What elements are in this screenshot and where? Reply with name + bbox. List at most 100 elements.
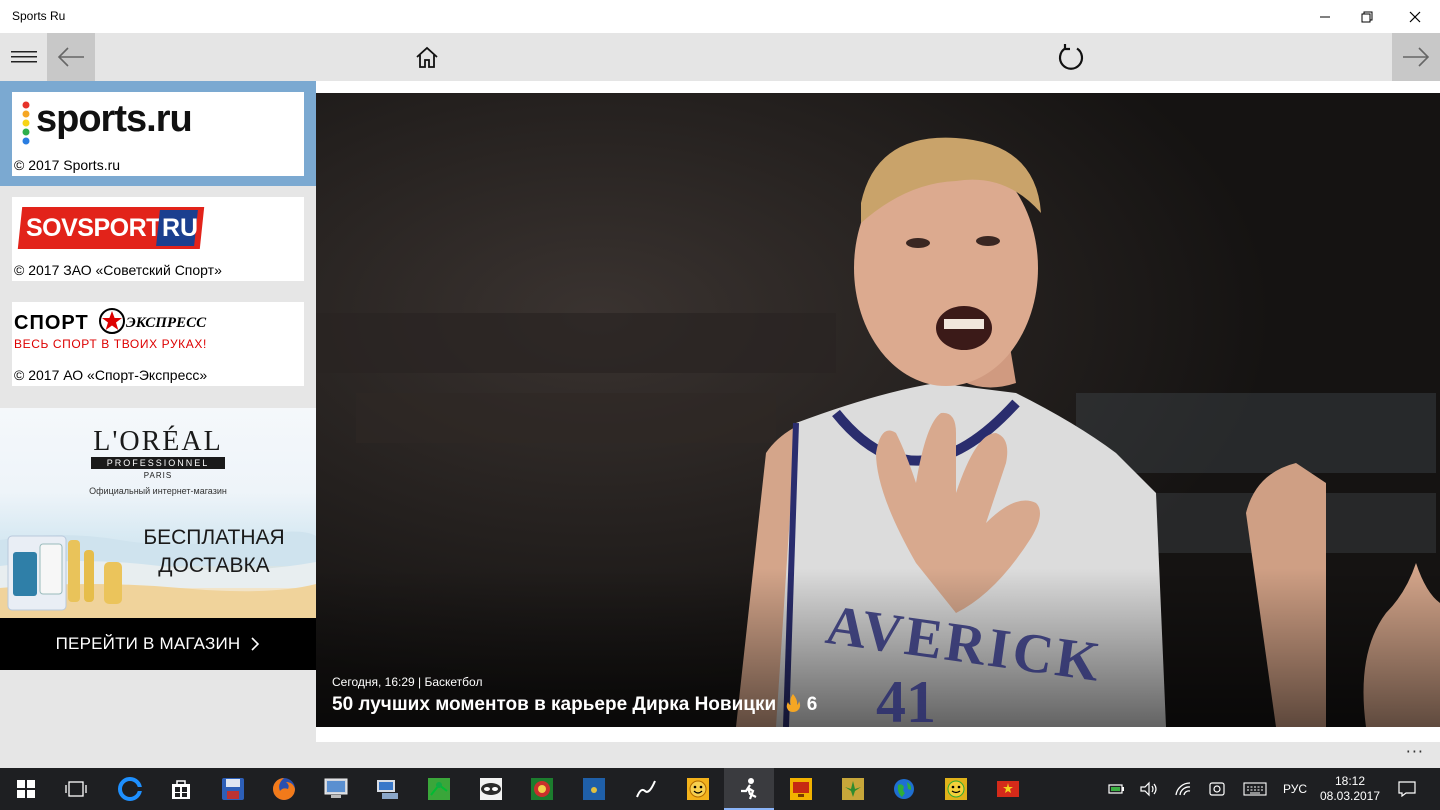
source-item-sovsport[interactable]: SOVSPORT RU © 2017 ЗАО «Советский Спорт»: [0, 186, 316, 291]
source-item-sportsru[interactable]: sports.ru © 2017 Sports.ru: [0, 81, 316, 186]
toolbar: [0, 33, 1440, 81]
sovsport-logo: SOVSPORT: [26, 214, 161, 242]
article-hero[interactable]: AVERICK 41 Сегодня, 16:29 | Баскетбол 50…: [316, 93, 1440, 727]
network-app-icon: [377, 780, 398, 799]
sovsport-ru-label: RU: [162, 214, 199, 242]
menu-button[interactable]: [0, 33, 47, 81]
pen-app[interactable]: [630, 773, 662, 805]
minimize-button[interactable]: [1302, 0, 1348, 33]
volume-tray[interactable]: [1138, 768, 1160, 810]
more-button[interactable]: ···: [1406, 742, 1424, 761]
ad-background: L'ORÉAL PROFESSIONNEL PARIS Официальный …: [0, 408, 316, 618]
keyboard-icon: [1243, 782, 1267, 796]
back-button[interactable]: [47, 33, 95, 81]
arrow-left-icon: [57, 47, 84, 67]
restore-icon: [1361, 11, 1373, 22]
flag-app[interactable]: [992, 773, 1024, 805]
store-icon: [172, 780, 190, 799]
clock-time: 18:12: [1334, 774, 1366, 788]
globe-app-icon: [894, 779, 914, 799]
ad-brand-city: PARIS: [143, 471, 173, 480]
save-app[interactable]: [217, 773, 249, 805]
network-tray-icon: [1209, 782, 1225, 796]
runner-app-icon: [741, 778, 757, 800]
firefox-app[interactable]: [268, 773, 300, 805]
smiley-app-icon: [945, 778, 967, 800]
main-content: AVERICK 41 Сегодня, 16:29 | Баскетбол 50…: [316, 81, 1440, 742]
source-card: SOVSPORT RU © 2017 ЗАО «Советский Спорт»: [12, 197, 304, 281]
edge-app[interactable]: [114, 773, 146, 805]
title-bar: Sports Ru: [0, 0, 1440, 33]
store-app[interactable]: [165, 773, 197, 805]
hamburger-icon: [10, 51, 37, 63]
article-headline-row[interactable]: 50 лучших моментов в карьере Дирка Новиц…: [332, 693, 817, 716]
leaf-app[interactable]: [837, 773, 869, 805]
bottom-app-bar: ···: [0, 742, 1440, 768]
source-item-sportexpress[interactable]: СПОРТ ЭКСПРЕСС ВЕСЬ СПОРТ В ТВОИХ РУКАХ!…: [0, 291, 316, 396]
chess-app-icon: [531, 778, 553, 800]
save-app-icon: [222, 778, 244, 800]
green-app-icon: [428, 778, 450, 800]
task-view-button[interactable]: [60, 773, 92, 805]
home-icon: [416, 46, 438, 68]
green-app[interactable]: [423, 773, 455, 805]
pen-app-icon: [636, 780, 656, 798]
clock-date: 08.03.2017: [1319, 789, 1381, 803]
flag-app-icon: [997, 781, 1019, 797]
chess-app[interactable]: [526, 773, 558, 805]
runner-app[interactable]: [733, 773, 765, 805]
notifications-icon: [1398, 781, 1416, 797]
refresh-button[interactable]: [1048, 33, 1094, 81]
minimize-icon: [1320, 16, 1330, 17]
emoji-app[interactable]: [682, 773, 714, 805]
action-center-button[interactable]: [1392, 768, 1422, 810]
flame-icon: [787, 694, 801, 712]
mask-app[interactable]: [475, 773, 507, 805]
article-meta: Сегодня, 16:29 | Баскетбол: [332, 675, 483, 689]
mask-app-icon: [480, 778, 502, 800]
start-button[interactable]: [10, 773, 42, 805]
ad-brand: L'ORÉAL: [93, 426, 223, 457]
globe-app[interactable]: [888, 773, 920, 805]
restore-button[interactable]: [1344, 0, 1390, 33]
ad-shop-button[interactable]: ПЕРЕЙТИ В МАГАЗИН: [0, 618, 316, 670]
clock[interactable]: 18:12 08.03.2017: [1318, 768, 1382, 810]
computer-icon: [324, 778, 348, 798]
network-app[interactable]: [371, 773, 403, 805]
sportexpress-tagline: ВЕСЬ СПОРТ В ТВОИХ РУКАХ!: [14, 337, 207, 351]
volume-icon: [1140, 781, 1157, 797]
home-button[interactable]: [404, 33, 450, 81]
smiley-app[interactable]: [940, 773, 972, 805]
window-title: Sports Ru: [12, 9, 66, 23]
loreal-ad-banner[interactable]: L'ORÉAL PROFESSIONNEL PARIS Официальный …: [0, 408, 316, 670]
leaf-app-icon: [842, 778, 864, 800]
computer-app[interactable]: [320, 773, 352, 805]
sources-sidebar: sports.ru © 2017 Sports.ru SOVSPORT RU ©…: [0, 81, 316, 742]
language-label: РУС: [1282, 782, 1308, 796]
windows-taskbar: РУС 18:12 08.03.2017: [0, 768, 1440, 810]
sportexpress-star-icon: [99, 308, 125, 334]
windows-start-icon: [17, 780, 35, 798]
close-button[interactable]: [1392, 0, 1438, 33]
source-card: СПОРТ ЭКСПРЕСС ВЕСЬ СПОРТ В ТВОИХ РУКАХ!…: [12, 302, 304, 386]
sportexpress-logo-left: СПОРТ: [14, 312, 89, 334]
wifi-tray[interactable]: [1172, 768, 1194, 810]
forward-button[interactable]: [1392, 33, 1440, 81]
chevron-right-icon: [251, 637, 260, 651]
network-tray[interactable]: [1206, 768, 1228, 810]
ad-offer-line2: ДОСТАВКА: [158, 554, 270, 577]
wifi-icon: [1175, 782, 1191, 796]
ad-brand-sub: PROFESSIONNEL: [106, 458, 210, 468]
sportexpress-logo-right: ЭКСПРЕСС: [126, 315, 207, 331]
language-indicator[interactable]: РУС: [1276, 768, 1314, 810]
battery-tray[interactable]: [1106, 768, 1128, 810]
jersey-number: 41: [876, 669, 936, 727]
sportsru-logo: sports.ru: [36, 98, 193, 140]
blue-app[interactable]: [578, 773, 610, 805]
keyboard-tray[interactable]: [1240, 768, 1270, 810]
monitor-app[interactable]: [785, 773, 817, 805]
ad-shop-label: Официальный интернет-магазин: [89, 486, 227, 496]
edge-icon: [118, 777, 142, 801]
ad-shop-button-label: ПЕРЕЙТИ В МАГАЗИН: [55, 634, 241, 653]
monitor-app-icon: [790, 778, 812, 800]
